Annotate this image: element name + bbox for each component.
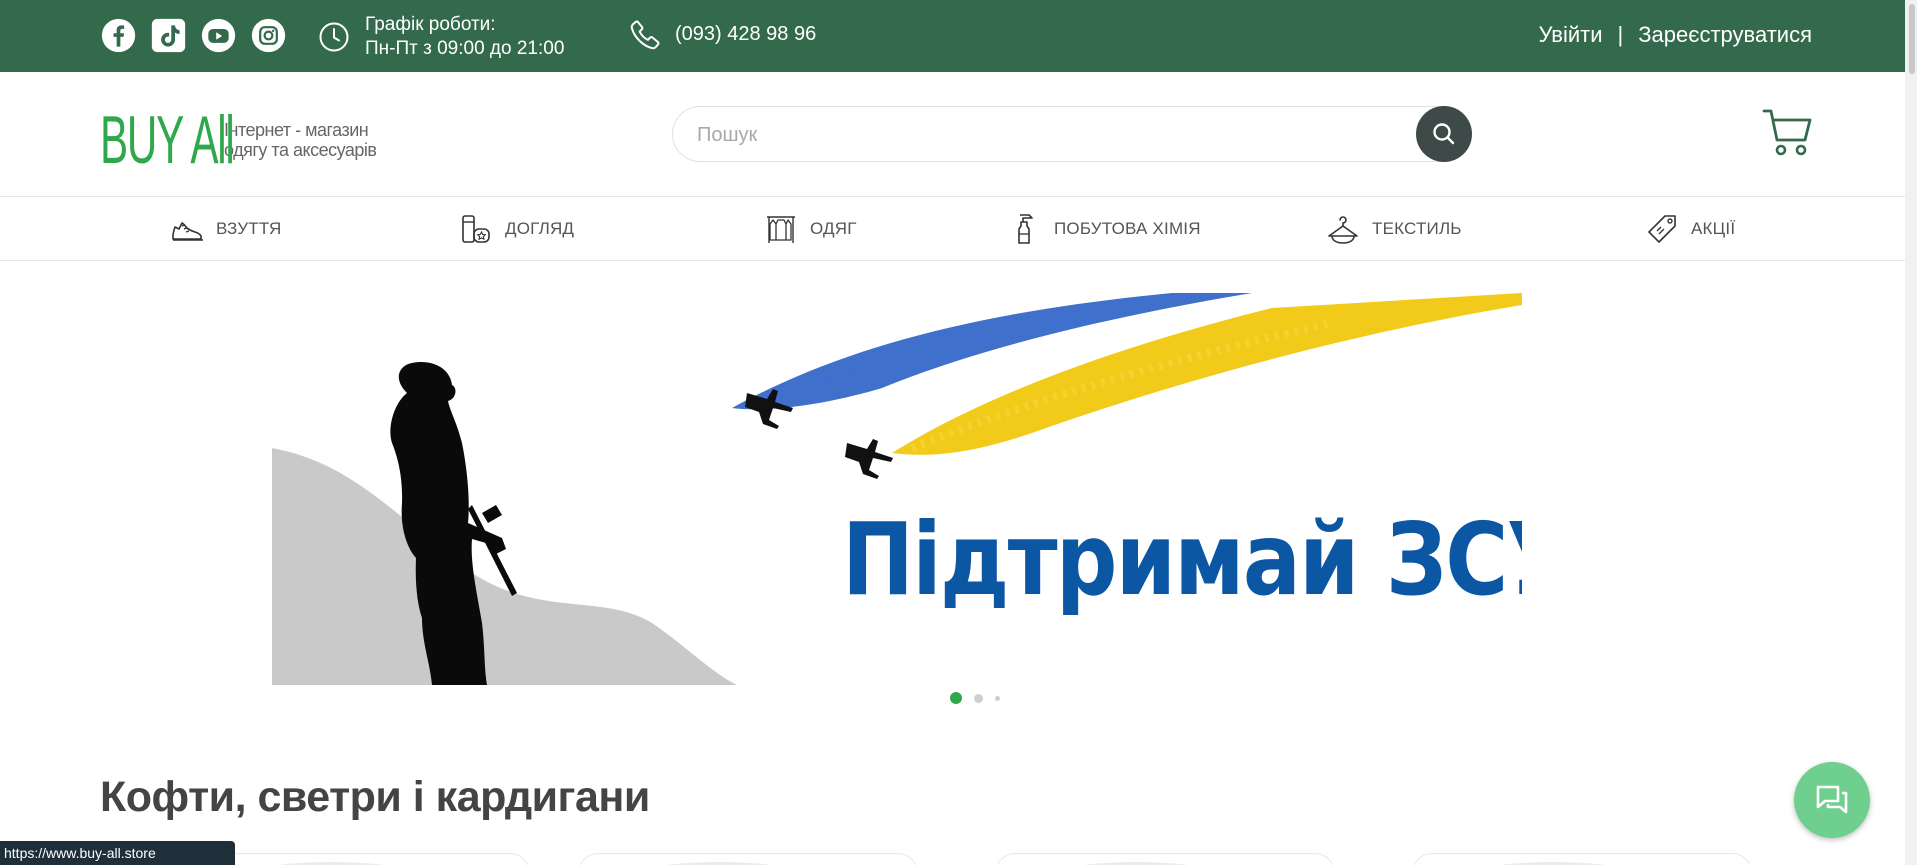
banner-title: Підтримай ЗСУ: [842, 501, 1522, 618]
chat-button[interactable]: [1794, 762, 1870, 838]
section-title: Кофти, светри і кардигани: [100, 773, 650, 821]
auth-separator: |: [1617, 22, 1624, 47]
slider-dots: [950, 692, 1000, 704]
search-input[interactable]: [697, 121, 1377, 149]
status-url: https://www.buy-all.store: [0, 841, 235, 865]
category-label: ТЕКСТИЛЬ: [1372, 219, 1462, 238]
slider-dot-3[interactable]: [995, 695, 1000, 701]
hours-value: Пн-Пт з 09:00 до 21:00: [365, 38, 565, 59]
category-label: ВЗУТТЯ: [216, 219, 282, 238]
product-card[interactable]: [578, 853, 918, 865]
category-clothing[interactable]: ОДЯГ: [764, 212, 857, 246]
logo-tagline-line-2: одягу та аксесуарів: [224, 140, 377, 160]
category-nav: ВЗУТТЯ ДОГЛЯД ОДЯГ ПОБУТОВА ХІМІЯ ТЕКСТИ…: [0, 198, 1905, 261]
category-label: ОДЯГ: [810, 219, 857, 238]
sneaker-icon: [172, 222, 203, 241]
logo[interactable]: BUY All Інтернет - магазин одягу та аксе…: [100, 102, 377, 178]
clothes-rack-icon: [767, 216, 795, 243]
category-household-chemicals[interactable]: ПОБУТОВА ХІМІЯ: [1008, 212, 1201, 246]
tiktok-icon[interactable]: [150, 17, 187, 54]
logo-mark: BUY All: [100, 102, 235, 178]
category-label: ПОБУТОВА ХІМІЯ: [1054, 219, 1201, 238]
product-card[interactable]: [1412, 853, 1752, 865]
login-link[interactable]: Увійти: [1539, 22, 1603, 48]
logo-tagline-line-1: Інтернет - магазин: [224, 120, 369, 140]
chat-icon: [1816, 785, 1848, 814]
category-label: ДОГЛЯД: [505, 219, 575, 238]
page: Графік роботи: Пн-Пт з 09:00 до 21:00 (0…: [0, 0, 1917, 865]
search-bar: [672, 106, 1472, 162]
category-textile[interactable]: ТЕКСТИЛЬ: [1326, 212, 1462, 246]
logo-tagline: Інтернет - магазин одягу та аксесуарів: [224, 120, 377, 160]
slider-dot-1[interactable]: [950, 692, 962, 704]
spray-bottle-icon: [1018, 214, 1033, 244]
register-link[interactable]: Зареєструватися: [1638, 22, 1812, 48]
header: BUY All Інтернет - магазин одягу та аксе…: [0, 72, 1905, 197]
facebook-icon[interactable]: [100, 17, 137, 54]
cosmetics-icon: [462, 215, 490, 243]
scrollbar-thumb[interactable]: [1909, 4, 1915, 74]
phone-link[interactable]: (093) 428 98 96: [628, 17, 816, 51]
clock-icon: [319, 22, 349, 52]
product-card[interactable]: [995, 853, 1335, 865]
auth-links: Увійти | Зареєструватися: [1539, 22, 1812, 48]
banner-illustration: [272, 293, 1522, 685]
scrollbar[interactable]: [1905, 0, 1917, 865]
product-card[interactable]: [190, 853, 530, 865]
youtube-icon[interactable]: [200, 17, 237, 54]
search-button[interactable]: [1416, 106, 1472, 162]
cart-icon: [1762, 109, 1812, 156]
cart-button[interactable]: [1762, 108, 1814, 158]
category-label: АКЦІЇ: [1691, 219, 1736, 238]
hanger-icon: [1328, 216, 1358, 244]
phone-icon: [630, 20, 660, 50]
category-sales[interactable]: АКЦІЇ: [1645, 212, 1735, 246]
instagram-icon[interactable]: [250, 17, 287, 54]
category-care[interactable]: ДОГЛЯД: [459, 212, 574, 246]
social-links: [100, 17, 287, 54]
hours-label: Графік роботи:: [365, 14, 496, 35]
price-tag-icon: [1648, 215, 1676, 243]
top-bar: Графік роботи: Пн-Пт з 09:00 до 21:00 (0…: [0, 0, 1917, 72]
phone-number: (093) 428 98 96: [675, 22, 817, 45]
hero-banner[interactable]: Підтримай ЗСУ: [272, 293, 1522, 685]
search-icon: [1433, 123, 1455, 145]
category-shoes[interactable]: ВЗУТТЯ: [170, 212, 282, 246]
slider-dot-2[interactable]: [974, 693, 983, 703]
working-hours: Графік роботи: Пн-Пт з 09:00 до 21:00: [318, 13, 564, 61]
